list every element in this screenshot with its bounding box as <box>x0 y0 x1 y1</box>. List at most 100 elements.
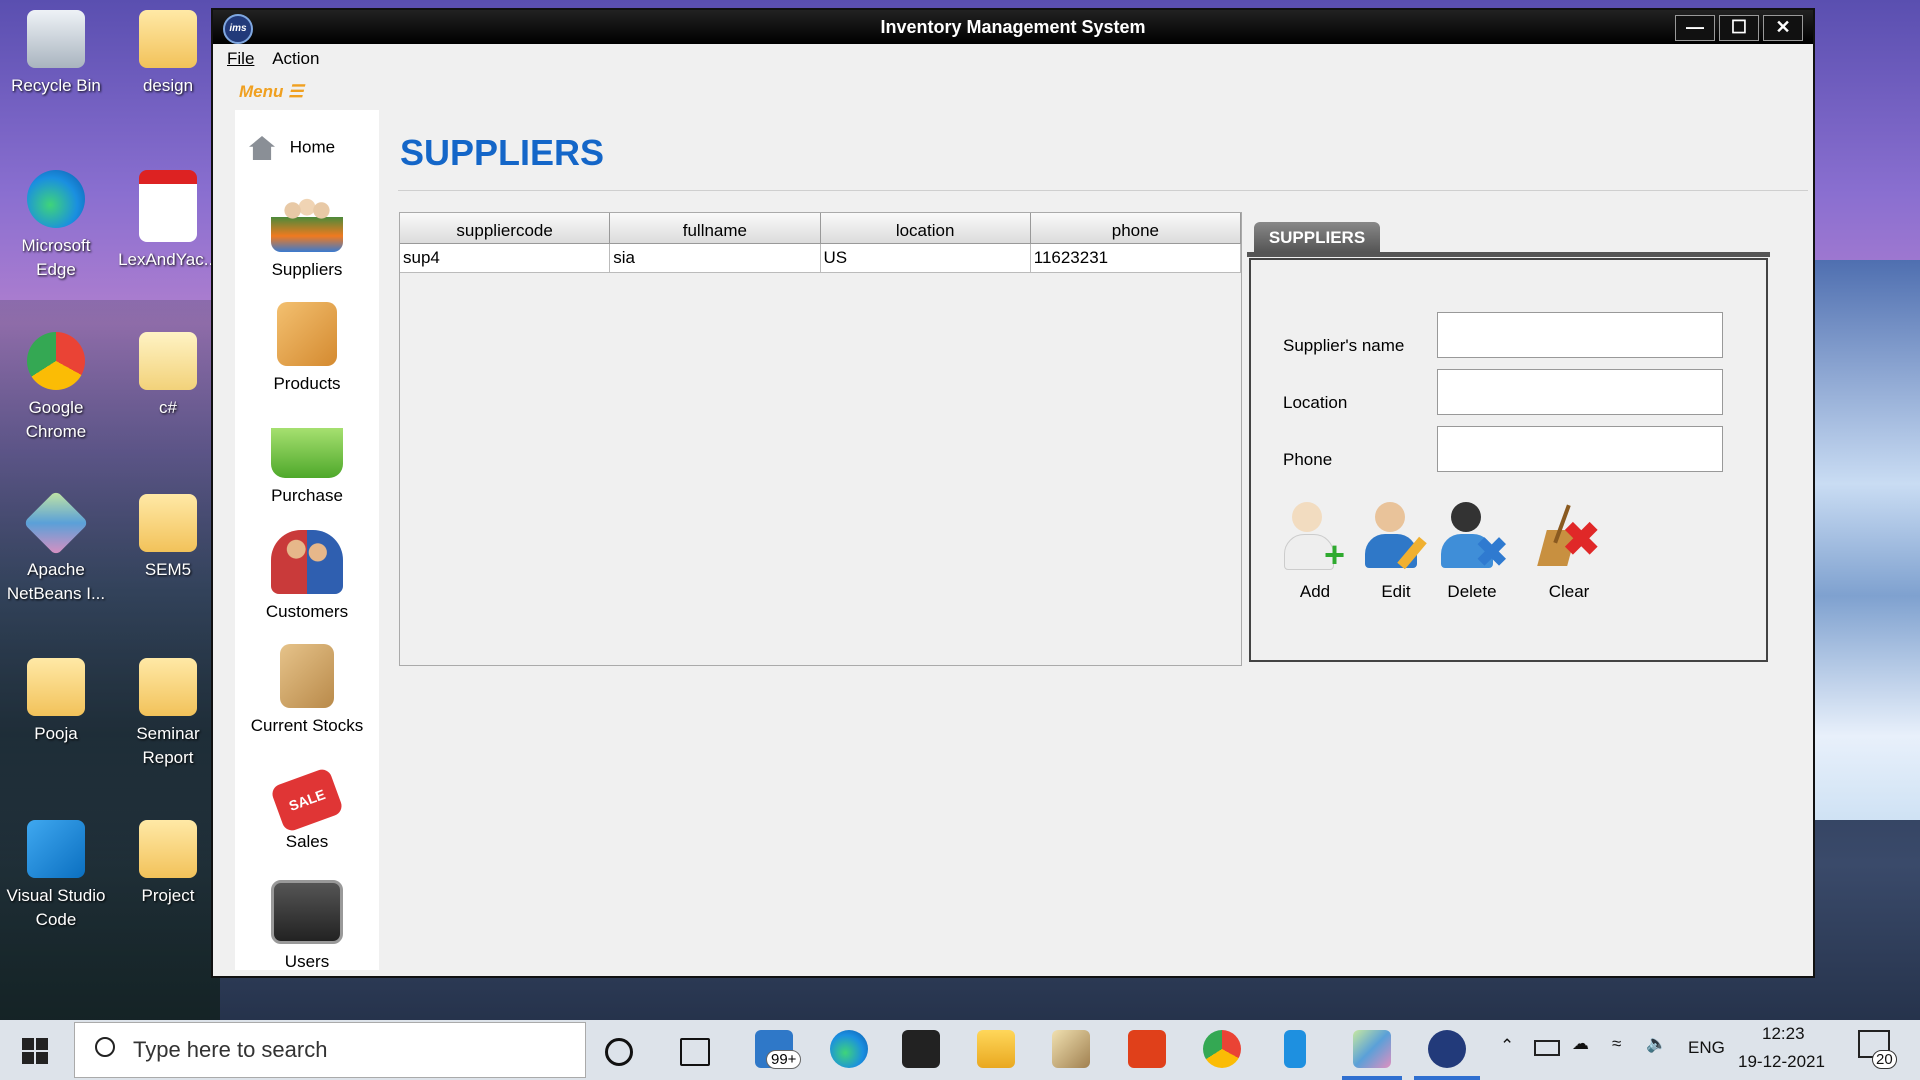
tab-suppliers[interactable]: SUPPLIERS <box>1254 222 1380 252</box>
start-button[interactable] <box>22 1038 48 1064</box>
folder-icon <box>139 332 197 390</box>
sidebar-item-current-stocks[interactable]: Current Stocks <box>235 644 379 736</box>
phone-input[interactable] <box>1437 426 1723 472</box>
edge-taskbar-icon[interactable] <box>830 1030 868 1068</box>
volume-icon[interactable]: 🔈 <box>1646 1034 1667 1054</box>
desktop-icon-label: c# <box>159 398 177 417</box>
desktop-icon-label: Apache NetBeans I... <box>6 560 106 603</box>
column-header-suppliercode[interactable]: suppliercode <box>400 213 611 243</box>
store-icon[interactable] <box>902 1030 940 1068</box>
battery-icon[interactable] <box>1534 1040 1560 1056</box>
delete-button[interactable]: ✖ Delete <box>1427 500 1517 602</box>
notification-count: 20 <box>1872 1050 1897 1069</box>
sidebar-item-label: Suppliers <box>271 260 343 279</box>
desktop-icon-vscode[interactable]: Visual Studio Code <box>4 820 108 932</box>
cortana-icon[interactable] <box>605 1038 633 1066</box>
desktop-icon-csharp[interactable]: c# <box>116 332 220 420</box>
task-view-icon[interactable] <box>680 1038 710 1066</box>
column-header-location[interactable]: location <box>821 213 1031 243</box>
sidebar-item-label: Purchase <box>271 486 343 505</box>
table-cell: sup4 <box>400 244 611 272</box>
desktop-icon-lexandyac[interactable]: LexAndYac... <box>116 170 220 272</box>
maximize-button[interactable]: ☐ <box>1719 15 1759 41</box>
sidebar-item-label: Products <box>273 374 341 393</box>
chevron-up-icon[interactable]: ⌃ <box>1500 1036 1514 1056</box>
pdf-icon <box>139 170 197 242</box>
menu-bar: File Action <box>213 44 1813 74</box>
column-header-fullname[interactable]: fullname <box>610 213 821 243</box>
location-input[interactable] <box>1437 369 1723 415</box>
sidebar-item-label: Sales <box>285 832 329 851</box>
ims-taskbar-icon[interactable] <box>1428 1030 1466 1068</box>
desktop-icon-chrome[interactable]: Google Chrome <box>4 332 108 444</box>
location-label: Location <box>1283 393 1348 412</box>
phone-app-icon[interactable] <box>1284 1030 1306 1068</box>
office-icon[interactable] <box>1128 1030 1166 1068</box>
desktop-icon-project[interactable]: Project <box>116 820 220 908</box>
sidebar-item-home[interactable]: Home <box>235 136 379 160</box>
onedrive-icon[interactable]: ☁ <box>1572 1034 1589 1054</box>
wifi-icon[interactable]: ≈ <box>1612 1034 1621 1054</box>
sidebar-item-users[interactable]: Users <box>235 880 379 972</box>
table-header: suppliercode fullname location phone <box>400 213 1241 244</box>
sidebar-item-customers[interactable]: Customers <box>235 530 379 622</box>
page-title: SUPPLIERS <box>400 132 605 173</box>
folder-icon <box>139 658 197 716</box>
desktop-icon-label: LexAndYac... <box>118 250 218 269</box>
desktop-icon-netbeans[interactable]: Apache NetBeans I... <box>4 490 108 606</box>
taskbar-search-box[interactable]: Type here to search <box>74 1022 586 1078</box>
window-title: Inventory Management System <box>880 17 1146 37</box>
active-app-underline <box>1342 1076 1402 1080</box>
desktop-icon-label: Recycle Bin <box>11 76 101 95</box>
window-titlebar[interactable]: ims Inventory Management System — ☐ ✕ <box>213 10 1813 44</box>
chrome-taskbar-icon[interactable] <box>1203 1030 1241 1068</box>
delete-user-icon: ✖ <box>1437 500 1509 575</box>
folder-icon <box>27 658 85 716</box>
ims-app-icon: ims <box>223 14 253 44</box>
netbeans-icon <box>23 490 89 556</box>
menu-toggle-button[interactable]: Menu ☰ <box>239 82 303 102</box>
desktop-icon-recycle-bin[interactable]: Recycle Bin <box>4 10 108 98</box>
desktop-icon-sem5[interactable]: SEM5 <box>116 494 220 582</box>
desktop-icon-pooja[interactable]: Pooja <box>4 658 108 746</box>
desktop-icon-seminar-report[interactable]: Seminar Report <box>116 658 220 770</box>
edge-icon <box>27 170 85 228</box>
menu-action[interactable]: Action <box>272 49 319 68</box>
search-placeholder: Type here to search <box>133 1037 328 1062</box>
supplier-name-input[interactable] <box>1437 312 1723 358</box>
clock-date[interactable]: 19-12-2021 <box>1738 1052 1825 1072</box>
search-icon <box>95 1037 115 1057</box>
table-row[interactable]: sup4 sia US 11623231 <box>400 244 1241 273</box>
products-icon <box>277 302 337 366</box>
sidebar-item-label: Current Stocks <box>250 716 364 735</box>
minimize-button[interactable]: — <box>1675 15 1715 41</box>
netbeans-taskbar-icon[interactable] <box>1353 1030 1391 1068</box>
sidebar-item-sales[interactable]: SALE Sales <box>235 766 379 852</box>
column-header-phone[interactable]: phone <box>1031 213 1241 243</box>
app-window: ims Inventory Management System — ☐ ✕ Fi… <box>211 8 1815 978</box>
recycle-bin-icon <box>27 10 85 68</box>
desktop-icon-design[interactable]: design <box>116 10 220 98</box>
clear-button-label: Clear <box>1548 582 1590 601</box>
chrome-icon <box>27 332 85 390</box>
desktop-icon-label: Project <box>141 886 195 905</box>
sidebar-item-label: Users <box>284 952 330 971</box>
clear-button[interactable]: ✖ Clear <box>1524 500 1614 602</box>
sale-tag-icon: SALE <box>269 766 345 834</box>
sidebar-item-purchase[interactable]: Purchase <box>235 416 379 506</box>
close-button[interactable]: ✕ <box>1763 15 1803 41</box>
add-button[interactable]: + Add <box>1270 500 1360 602</box>
desktop-icon-edge[interactable]: Microsoft Edge <box>4 170 108 282</box>
app-taskbar-icon[interactable] <box>1052 1030 1090 1068</box>
sidebar-item-suppliers[interactable]: Suppliers <box>235 188 379 280</box>
menu-file[interactable]: File <box>227 49 254 68</box>
clock-time[interactable]: 12:23 <box>1762 1024 1805 1044</box>
edit-user-icon <box>1361 500 1431 572</box>
tab-underline <box>1247 252 1770 257</box>
taskbar: Type here to search 99+ ⌃ ☁ ≈ 🔈 ENG 12:2… <box>0 1020 1920 1080</box>
sidebar-item-products[interactable]: Products <box>235 302 379 394</box>
desktop-icon-label: SEM5 <box>144 560 192 579</box>
desktop-icon-label: Microsoft Edge <box>21 236 91 279</box>
language-indicator[interactable]: ENG <box>1688 1038 1725 1058</box>
file-explorer-icon[interactable] <box>977 1030 1015 1068</box>
